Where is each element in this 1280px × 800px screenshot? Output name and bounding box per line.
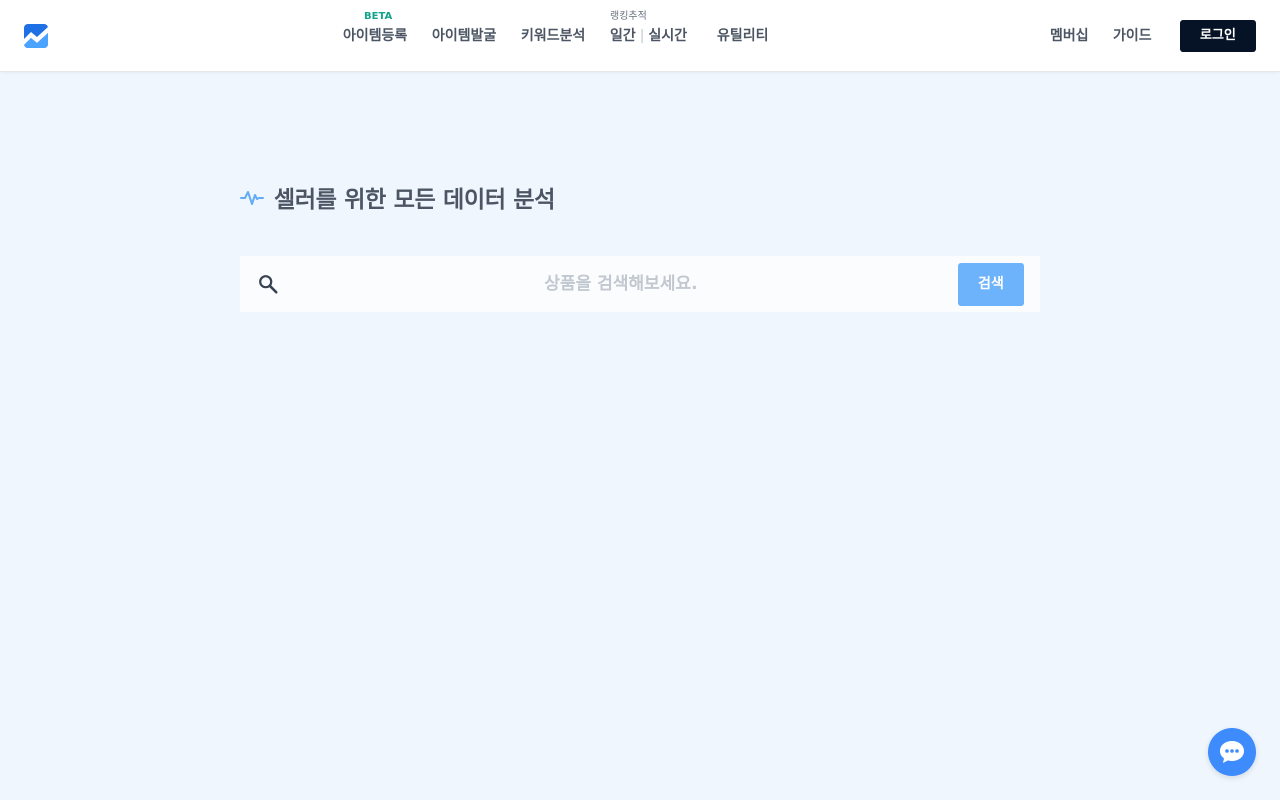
nav-item-register[interactable]: 아이템등록 [343, 27, 407, 45]
ranking-tracking-badge: 랭킹추적 [610, 11, 647, 22]
nav-item-ranking: 일간 | 실시간 [610, 27, 687, 45]
nav-item-utility[interactable]: 유틸리티 [717, 27, 769, 45]
nav-item-ranking-realtime[interactable]: 실시간 [648, 28, 687, 44]
brand-logo[interactable] [24, 24, 48, 48]
beta-badge: BETA [364, 11, 393, 22]
hero-title: 셀러를 위한 모든 데이터 분석 [240, 181, 555, 213]
login-button[interactable]: 로그인 [1180, 20, 1256, 52]
nav-guide[interactable]: 가이드 [1113, 27, 1152, 45]
nav-item-discover[interactable]: 아이템발굴 [432, 27, 496, 45]
nav-membership[interactable]: 멤버십 [1050, 27, 1089, 45]
pulse-icon [240, 191, 264, 205]
nav-separator: | [639, 28, 645, 44]
search-icon [259, 275, 278, 294]
search-button[interactable]: 검색 [958, 263, 1024, 306]
top-header: BETA 아이템등록 아이템발굴 키워드분석 랭킹추적 일간 | 실시간 유틸리티 … [0, 0, 1280, 72]
search-bar: 검색 [240, 256, 1040, 312]
nav-item-keyword-analysis[interactable]: 키워드분석 [521, 27, 585, 45]
nav-item-ranking-daily[interactable]: 일간 [610, 28, 636, 44]
chat-icon [1220, 741, 1244, 763]
chat-button[interactable] [1208, 728, 1256, 776]
page-title: 셀러를 위한 모든 데이터 분석 [274, 187, 556, 213]
search-input[interactable] [296, 264, 946, 304]
